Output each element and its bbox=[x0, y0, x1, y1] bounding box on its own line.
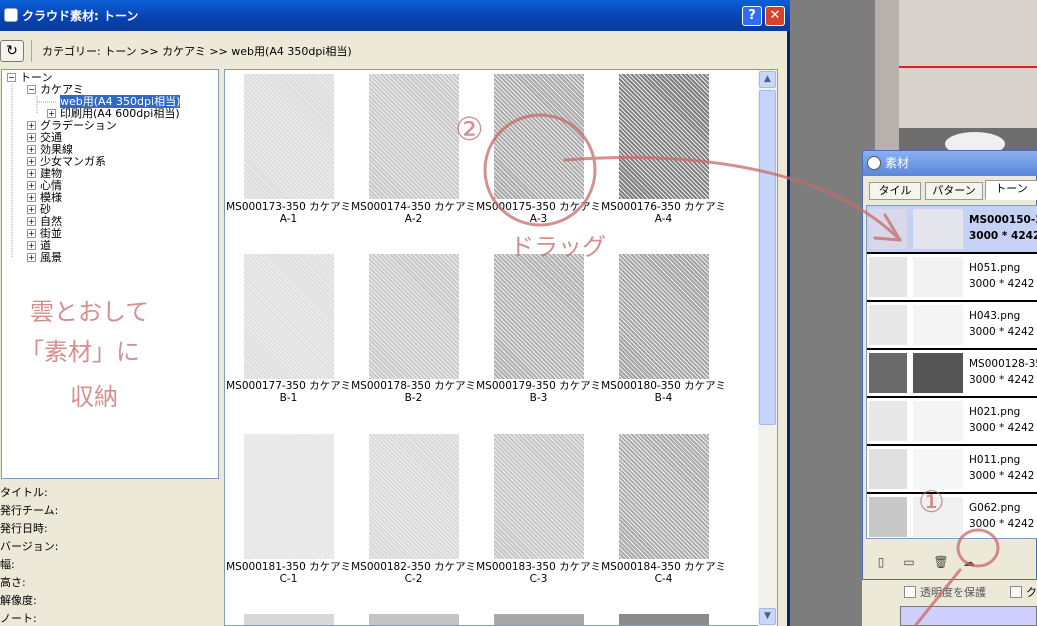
clip-option[interactable]: クリ bbox=[1010, 584, 1037, 600]
tone-thumbnail-partial[interactable] bbox=[494, 614, 584, 625]
tone-thumbnail-partial[interactable] bbox=[244, 614, 334, 625]
tone-caption: MS000181-350 カケアミ C-1 bbox=[226, 561, 351, 585]
tone-thumbnail[interactable] bbox=[244, 254, 334, 379]
material-row[interactable]: MS000128-35 3000 * 4242 bbox=[867, 350, 1037, 398]
prop-width: 幅: bbox=[0, 558, 15, 571]
collapse-icon[interactable]: − bbox=[27, 85, 36, 94]
material-list: MS000150-3 3000 * 4242 H051.png 3000 * 424… bbox=[866, 205, 1037, 539]
protect-transparency-option[interactable]: 透明度を保護 bbox=[904, 584, 986, 600]
layer-options: 透明度を保護 クリ bbox=[862, 580, 1037, 626]
expand-icon[interactable]: + bbox=[27, 181, 36, 190]
prop-height: 高さ: bbox=[0, 576, 26, 589]
collapse-icon[interactable]: − bbox=[7, 73, 16, 82]
expand-icon[interactable]: + bbox=[27, 217, 36, 226]
cloud-icon[interactable]: ☁ bbox=[961, 554, 977, 570]
title-bar: クラウド素材: トーン bbox=[0, 0, 790, 31]
tone-caption: MS000176-350 カケアミ A-4 bbox=[601, 201, 726, 225]
help-button[interactable]: ? bbox=[742, 6, 762, 26]
tone-thumbnail[interactable] bbox=[244, 74, 334, 199]
tone-caption: MS000180-350 カケアミ B-4 bbox=[601, 380, 726, 404]
tab-pattern[interactable]: パターン bbox=[925, 182, 983, 200]
tone-caption: MS000184-350 カケアミ C-4 bbox=[601, 561, 726, 585]
material-row[interactable]: H011.png 3000 * 4242 bbox=[867, 446, 1037, 494]
checkbox[interactable] bbox=[904, 586, 916, 598]
checkbox[interactable] bbox=[1010, 586, 1022, 598]
material-row[interactable]: H021.png 3000 * 4242 bbox=[867, 398, 1037, 446]
material-row[interactable]: H043.png 3000 * 4242 bbox=[867, 302, 1037, 350]
tone-caption: MS000178-350 カケアミ B-2 bbox=[351, 380, 476, 404]
breadcrumb: カテゴリー: トーン >> カケアミ >> web用(A4 350dpi相当) bbox=[42, 45, 352, 58]
prop-date: 発行日時: bbox=[0, 522, 48, 535]
window-title: クラウド素材: トーン bbox=[22, 9, 139, 23]
prop-version: バージョン: bbox=[0, 540, 59, 553]
canvas-red-line bbox=[899, 66, 1037, 68]
tone-caption: MS000175-350 カケアミ A-3 bbox=[476, 201, 601, 225]
expand-icon[interactable]: + bbox=[27, 193, 36, 202]
tone-thumbnail-partial[interactable] bbox=[619, 614, 709, 625]
material-row[interactable]: MS000150-3 3000 * 4242 bbox=[867, 206, 1037, 254]
tone-caption: MS000183-350 カケアミ C-3 bbox=[476, 561, 601, 585]
folder-icon[interactable]: ▭ bbox=[901, 554, 917, 570]
prop-resolution: 解像度: bbox=[0, 594, 37, 607]
expand-icon[interactable]: + bbox=[27, 229, 36, 238]
app-icon bbox=[4, 8, 18, 22]
expand-icon[interactable]: + bbox=[27, 169, 36, 178]
expand-icon[interactable]: + bbox=[47, 109, 56, 118]
tone-thumbnail-partial[interactable] bbox=[369, 614, 459, 625]
tab-tile[interactable]: タイル bbox=[869, 182, 921, 200]
scroll-down-icon[interactable]: ▼ bbox=[759, 608, 776, 625]
layer-row[interactable] bbox=[900, 606, 1037, 626]
tone-thumbnail[interactable] bbox=[619, 254, 709, 379]
category-tree: − トーン − カケアミ web用(A4 350dpi相当) + 印刷用(A4 600… bbox=[1, 69, 219, 479]
material-grid: MS000173-350 カケアミ A-1 MS000174-350 カケアミ A-… bbox=[224, 69, 778, 626]
tone-thumbnail[interactable] bbox=[619, 434, 709, 559]
tone-thumbnail[interactable] bbox=[494, 254, 584, 379]
tone-thumbnail[interactable] bbox=[369, 434, 459, 559]
grid-scrollbar[interactable]: ▲ ▼ bbox=[758, 70, 777, 626]
trash-icon[interactable]: 🗑 bbox=[933, 554, 949, 570]
expand-icon[interactable]: + bbox=[27, 253, 36, 262]
material-panel-title: 素材 bbox=[863, 151, 1037, 176]
tone-thumbnail[interactable] bbox=[494, 434, 584, 559]
material-row[interactable]: G062.png 3000 * 4242 bbox=[867, 494, 1037, 538]
material-panel: 素材 タイル パターン トーン MS000150-3 3000 * 4242 H0… bbox=[862, 150, 1037, 580]
refresh-button[interactable]: ↻ bbox=[0, 40, 24, 62]
tone-caption: MS000182-350 カケアミ C-2 bbox=[351, 561, 476, 585]
new-file-icon[interactable]: ▯ bbox=[873, 554, 889, 570]
tone-thumbnail[interactable] bbox=[369, 254, 459, 379]
tone-thumbnail[interactable] bbox=[619, 74, 709, 199]
tone-caption: MS000173-350 カケアミ A-1 bbox=[226, 201, 351, 225]
scroll-thumb[interactable] bbox=[759, 90, 776, 425]
close-button[interactable]: ✕ bbox=[765, 6, 785, 26]
expand-icon[interactable]: + bbox=[27, 157, 36, 166]
properties-panel: タイトル: 発行チーム: 発行日時: バージョン: 幅: 高さ: 解像度: ノー… bbox=[0, 484, 220, 626]
prop-title: タイトル: bbox=[0, 486, 48, 499]
expand-icon[interactable]: + bbox=[27, 133, 36, 142]
tone-thumbnail[interactable] bbox=[369, 74, 459, 199]
tone-caption: MS000174-350 カケアミ A-2 bbox=[351, 201, 476, 225]
material-panel-toolbar: ▯ ▭ 🗑 ☁ bbox=[863, 543, 1037, 579]
tree-node-category[interactable]: + 風景 bbox=[27, 252, 62, 264]
expand-icon[interactable]: + bbox=[27, 241, 36, 250]
tone-thumbnail[interactable] bbox=[244, 434, 334, 559]
prop-note: ノート: bbox=[0, 612, 37, 625]
tone-caption: MS000179-350 カケアミ B-3 bbox=[476, 380, 601, 404]
prop-team: 発行チーム: bbox=[0, 504, 59, 517]
tab-tone[interactable]: トーン bbox=[985, 180, 1037, 200]
tone-thumbnail[interactable] bbox=[494, 74, 584, 199]
expand-icon[interactable]: + bbox=[27, 121, 36, 130]
toolbar-separator bbox=[31, 40, 32, 62]
penguin-icon bbox=[867, 156, 881, 170]
expand-icon[interactable]: + bbox=[27, 145, 36, 154]
toolbar: ↻ カテゴリー: トーン >> カケアミ >> web用(A4 350dpi相当… bbox=[0, 31, 787, 69]
scroll-up-icon[interactable]: ▲ bbox=[759, 71, 776, 88]
expand-icon[interactable]: + bbox=[27, 205, 36, 214]
tree-node-category[interactable]: + 少女マンガ系 bbox=[27, 156, 106, 168]
tone-caption: MS000177-350 カケアミ B-1 bbox=[226, 380, 351, 404]
cloud-material-dialog: クラウド素材: トーン ? ✕ ↻ カテゴリー: トーン >> カケアミ >> … bbox=[0, 0, 790, 626]
material-row[interactable]: H051.png 3000 * 4242 bbox=[867, 254, 1037, 302]
refresh-icon: ↻ bbox=[6, 43, 18, 59]
